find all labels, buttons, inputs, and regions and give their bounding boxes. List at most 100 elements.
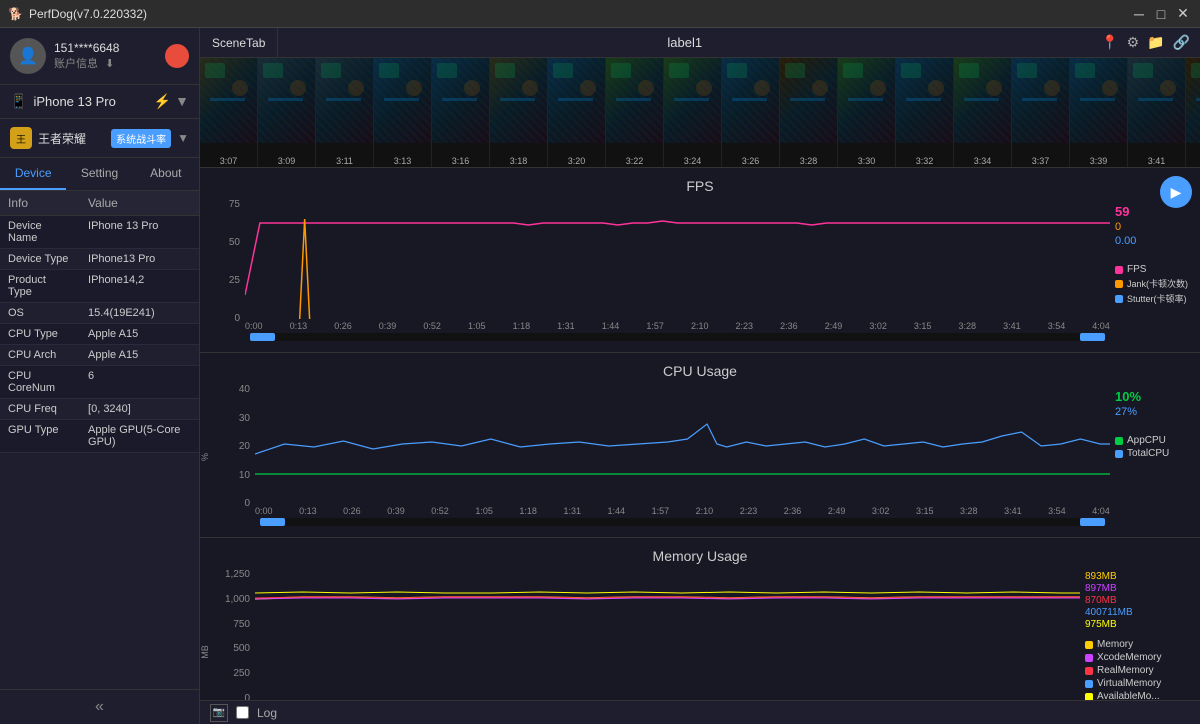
collapse-button[interactable]: « — [0, 689, 199, 724]
sidebar: 👤 151****6648 账户信息 ⬇ 📱 iPhone 13 Pro ⚡ ▼… — [0, 28, 200, 724]
avatar-icon: 👤 — [18, 46, 38, 66]
screenshot-time-label: 3:20 — [548, 155, 605, 167]
list-item[interactable]: 3:09 — [258, 58, 316, 167]
table-row: CPU TypeApple A15 — [0, 324, 199, 345]
info-value: IPhone14,2 — [80, 270, 199, 303]
list-item[interactable]: 3:37 — [1012, 58, 1070, 167]
user-meta[interactable]: 账户信息 ⬇ — [54, 55, 157, 71]
list-item[interactable]: 3:30 — [838, 58, 896, 167]
folder-icon[interactable]: 📁 — [1147, 34, 1164, 51]
share-icon[interactable]: 🔗 — [1173, 34, 1190, 51]
cpu-legend: AppCPU TotalCPU — [1115, 435, 1200, 461]
device-info-table: Info Value Device NameIPhone 13 ProDevic… — [0, 191, 199, 689]
screenshot-time-label: 3:26 — [722, 155, 779, 167]
info-key: Product Type — [0, 270, 80, 303]
list-item[interactable]: 3:32 — [896, 58, 954, 167]
game-expand-icon[interactable]: ▼ — [177, 131, 189, 145]
tab-device[interactable]: Device — [0, 158, 66, 190]
fps-yaxis: 75 50 25 0 — [200, 199, 245, 344]
jank-value: 0 — [1115, 221, 1200, 233]
list-item[interactable]: 3:24 — [664, 58, 722, 167]
screenshot-time-label: 3:28 — [780, 155, 837, 167]
screenshot-time-label: 3:39 — [1070, 155, 1127, 167]
log-checkbox[interactable] — [236, 706, 249, 719]
cpu-svg — [255, 384, 1110, 504]
user-info: 151****6648 账户信息 ⬇ — [54, 41, 157, 71]
fps-scrollbar[interactable] — [250, 333, 1105, 341]
list-item[interactable]: 3:11 — [316, 58, 374, 167]
device-expand-icon[interactable]: ▼ — [175, 93, 189, 110]
location-icon[interactable]: 📍 — [1101, 34, 1118, 51]
cpu-scrollbar[interactable] — [260, 518, 1105, 526]
record-button[interactable] — [165, 44, 189, 68]
screenshot-time-label: 3:13 — [374, 155, 431, 167]
screenshot-time-label: 3:22 — [606, 155, 663, 167]
info-data-table: Info Value Device NameIPhone 13 ProDevic… — [0, 191, 199, 453]
device-settings-icon[interactable]: ⚡ — [154, 93, 171, 110]
list-item[interactable]: 3:07 — [200, 58, 258, 167]
scene-bar: SceneTab label1 📍 ⚙ 📁 🔗 — [200, 28, 1200, 58]
game-section: 王 王者荣耀 系统战斗率 ▼ — [0, 119, 199, 158]
game-badge[interactable]: 系统战斗率 — [111, 129, 171, 148]
screenshot-time-label: 3:11 — [316, 155, 373, 167]
fps-play-button[interactable]: ▶ — [1160, 176, 1192, 208]
screenshot-time-label: 3:41 — [1128, 155, 1185, 167]
charts-area: FPS ▶ 75 50 25 0 — [200, 168, 1200, 700]
settings-icon[interactable]: ⚙ — [1127, 34, 1140, 51]
fps-value: 59 — [1115, 204, 1200, 219]
list-item[interactable]: 3:39 — [1070, 58, 1128, 167]
screenshot-time-label: 3:16 — [432, 155, 489, 167]
list-item[interactable]: 3:43 — [1186, 58, 1200, 167]
info-key: Device Type — [0, 249, 80, 270]
list-item[interactable]: 3:20 — [548, 58, 606, 167]
list-item[interactable]: 3:13 — [374, 58, 432, 167]
tab-setting[interactable]: Setting — [66, 158, 132, 190]
game-icon: 王 — [10, 127, 32, 149]
screenshot-time-label: 3:24 — [664, 155, 721, 167]
xcode-memory-value: 897MB — [1085, 583, 1200, 594]
table-row: OS15.4(19E241) — [0, 303, 199, 324]
user-name: 151****6648 — [54, 41, 157, 55]
bottom-bar: 📷 Log — [200, 700, 1200, 724]
list-item[interactable]: 3:16 — [432, 58, 490, 167]
maximize-button[interactable]: □ — [1152, 5, 1170, 23]
info-value: Apple A15 — [80, 324, 199, 345]
scene-tab-label[interactable]: SceneTab — [200, 28, 278, 57]
memory-value: 893MB — [1085, 571, 1200, 582]
list-item[interactable]: 3:28 — [780, 58, 838, 167]
list-item[interactable]: 3:34 — [954, 58, 1012, 167]
app-layout: 👤 151****6648 账户信息 ⬇ 📱 iPhone 13 Pro ⚡ ▼… — [0, 28, 1200, 724]
cpu-chart-title: CPU Usage — [200, 363, 1200, 379]
list-item[interactable]: 3:22 — [606, 58, 664, 167]
list-item[interactable]: 3:26 — [722, 58, 780, 167]
close-button[interactable]: ✕ — [1174, 5, 1192, 23]
window-controls: ─ □ ✕ — [1130, 5, 1192, 23]
available-memory-value: 975MB — [1085, 619, 1200, 630]
fps-chart-area: 0:000:130:260:390:521:051:181:311:441:57… — [245, 199, 1110, 344]
table-row: CPU ArchApple A15 — [0, 345, 199, 366]
user-section: 👤 151****6648 账户信息 ⬇ — [0, 28, 199, 85]
list-item[interactable]: 3:18 — [490, 58, 548, 167]
minimize-button[interactable]: ─ — [1130, 5, 1148, 23]
virtual-memory-value: 400711MB — [1085, 607, 1200, 618]
scene-title: label1 — [278, 35, 1091, 50]
info-value: IPhone 13 Pro — [80, 216, 199, 249]
fps-legend: FPS Jank(卡顿次数) Stutter(卡顿率) — [1115, 264, 1200, 307]
table-row: GPU TypeApple GPU(5-Core GPU) — [0, 420, 199, 453]
info-value: [0, 3240] — [80, 399, 199, 420]
screenshot-button[interactable]: 📷 — [210, 704, 228, 722]
fps-chart: FPS ▶ 75 50 25 0 — [200, 168, 1200, 353]
stutter-value: 0.00 — [1115, 235, 1200, 247]
info-key: CPU Arch — [0, 345, 80, 366]
cpu-chart-area: 0:000:130:260:390:521:051:181:311:441:57… — [255, 384, 1110, 529]
device-section: 📱 iPhone 13 Pro ⚡ ▼ — [0, 85, 199, 119]
cpu-chart: CPU Usage % 40 30 20 10 0 — [200, 353, 1200, 538]
list-item[interactable]: 3:41 — [1128, 58, 1186, 167]
memory-svg — [255, 569, 1080, 700]
table-row: Product TypeIPhone14,2 — [0, 270, 199, 303]
tab-about[interactable]: About — [133, 158, 199, 190]
screenshot-time-label: 3:37 — [1012, 155, 1069, 167]
account-info-link[interactable]: 账户信息 — [54, 58, 98, 70]
app-cpu-value: 10% — [1115, 389, 1200, 404]
cpu-right-panel: 10% 27% AppCPU TotalCPU — [1110, 384, 1200, 529]
